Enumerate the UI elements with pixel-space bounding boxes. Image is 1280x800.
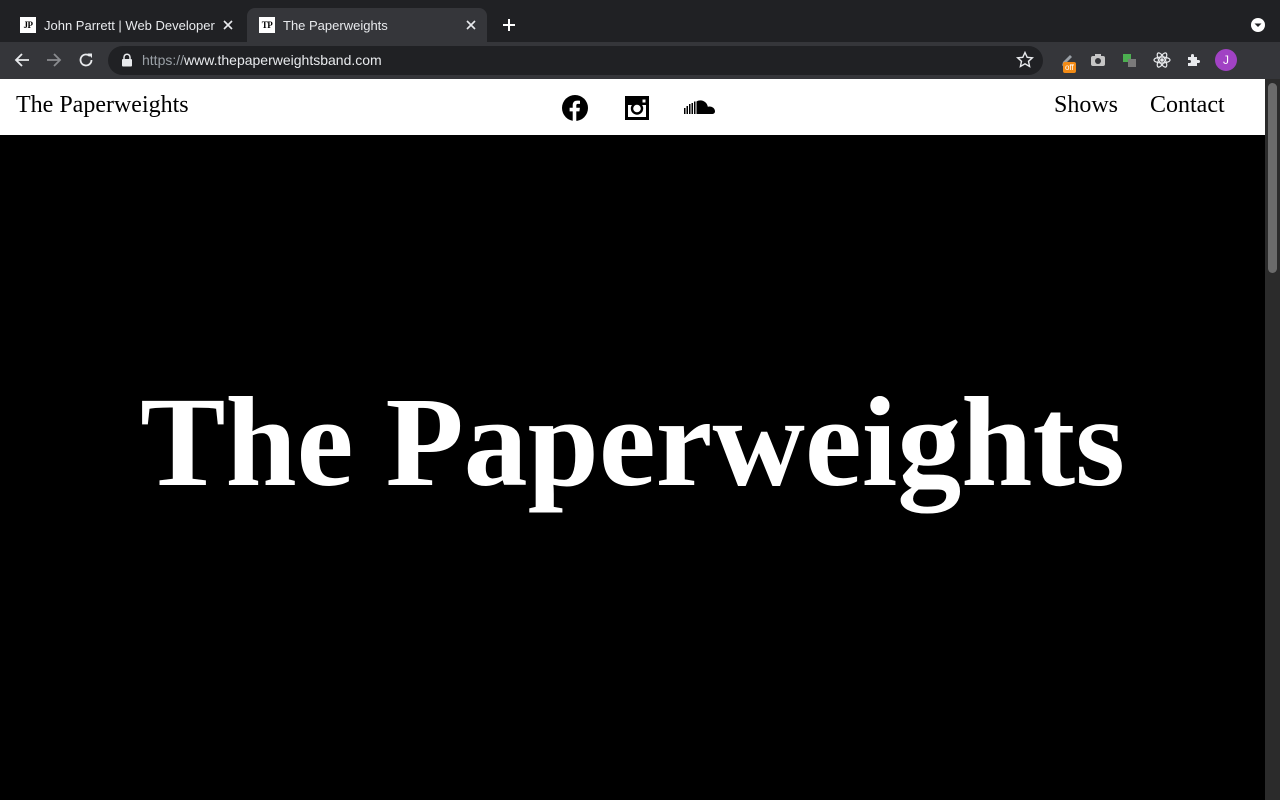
facebook-icon [562, 95, 588, 121]
url-host: www.thepaperweightsband.com [184, 52, 382, 68]
instagram-icon [625, 96, 649, 120]
address-bar[interactable]: https://www.thepaperweightsband.com [108, 46, 1043, 75]
profile-avatar[interactable]: J [1215, 49, 1237, 71]
tab-john-parrett[interactable]: JP John Parrett | Web Developer [8, 8, 244, 42]
site-header: The Paperweights Shows Contact [0, 79, 1265, 135]
new-tab-button[interactable] [498, 14, 520, 36]
arrow-right-icon [47, 53, 62, 67]
nav-contact-link[interactable]: Contact [1150, 92, 1225, 119]
tab-title: The Paperweights [283, 17, 388, 33]
facebook-link[interactable] [562, 95, 588, 121]
scrollbar-thumb[interactable] [1268, 83, 1277, 273]
page-viewport: The Paperweights Shows Contact The Paper… [0, 79, 1265, 800]
tab-favicon: JP [20, 17, 36, 33]
site-logo-link[interactable]: The Paperweights [16, 92, 189, 119]
css-viewer-icon [1123, 54, 1136, 67]
reload-icon [79, 53, 93, 67]
plus-icon [503, 19, 515, 31]
nav-shows-link[interactable]: Shows [1054, 92, 1118, 119]
tab-the-paperweights[interactable]: TP The Paperweights [247, 8, 487, 42]
url-scheme: https:// [142, 52, 185, 68]
star-icon[interactable] [1016, 51, 1034, 69]
close-icon[interactable] [463, 17, 479, 33]
puzzle-icon [1188, 54, 1200, 66]
camera-icon [1091, 54, 1105, 66]
page-scrollbar[interactable] [1265, 79, 1280, 800]
soundcloud-icon [684, 100, 715, 114]
close-icon[interactable] [220, 17, 236, 33]
screenshot-extension-button[interactable] [1088, 50, 1108, 70]
reload-button[interactable] [74, 48, 98, 72]
tab-search-button[interactable] [1248, 15, 1268, 35]
react-icon [1153, 52, 1171, 68]
back-button[interactable] [10, 48, 34, 72]
browser-toolbar: https://www.thepaperweightsband.com [0, 42, 1280, 110]
react-devtools-button[interactable] [1152, 50, 1172, 70]
tab-strip: JP John Parrett | Web Developer TP The P… [0, 0, 1280, 42]
extension-button[interactable] [1120, 50, 1140, 70]
hero-title: The Paperweights [140, 371, 1125, 513]
tab-title: John Parrett | Web Developer [44, 17, 215, 33]
extension-badge: off [1063, 62, 1076, 73]
tab-favicon: TP [259, 17, 275, 33]
lock-icon[interactable] [120, 53, 134, 67]
url-text[interactable]: https://www.thepaperweightsband.com [142, 52, 382, 68]
soundcloud-link[interactable] [684, 95, 716, 121]
instagram-link[interactable] [624, 95, 650, 121]
forward-button[interactable] [42, 48, 66, 72]
chevron-down-icon [1251, 18, 1265, 32]
extensions-menu-button[interactable] [1184, 50, 1204, 70]
arrow-left-icon [14, 53, 29, 67]
